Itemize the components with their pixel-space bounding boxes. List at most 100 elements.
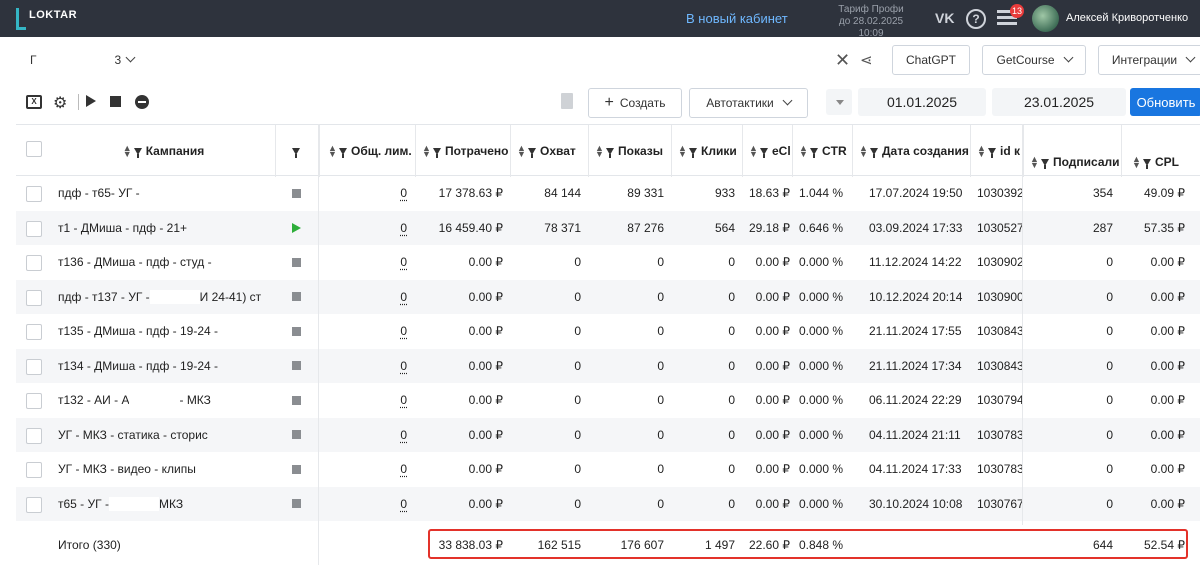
- limit-cell[interactable]: 0: [319, 211, 407, 246]
- row-checkbox[interactable]: [26, 186, 42, 202]
- autotactics-dropdown[interactable]: Автотактики: [689, 88, 808, 118]
- column-clicks[interactable]: ▲ ▼ Клики: [671, 125, 742, 177]
- loktar-logo[interactable]: LOKTAR: [16, 7, 77, 31]
- sort-icon[interactable]: ▲ ▼: [678, 144, 687, 159]
- row-checkbox[interactable]: [26, 358, 42, 375]
- campaign-name[interactable]: т135 - ДМиша - пдф - 19-24 -: [58, 314, 280, 349]
- column-impressions[interactable]: ▲ ▼ Показы: [588, 125, 671, 177]
- limit-cell[interactable]: 0: [319, 280, 407, 315]
- column-campaign[interactable]: ▲ ▼ Кампания: [52, 125, 275, 177]
- column-spent[interactable]: ▲ ▼ Потрачено: [415, 125, 510, 177]
- limit-cell[interactable]: 0: [319, 349, 407, 384]
- status-cell[interactable]: [292, 383, 306, 418]
- remove-icon[interactable]: [135, 95, 149, 109]
- column-subscribed[interactable]: ▲ ▼ Подписали: [1023, 125, 1121, 177]
- limit-cell[interactable]: 0: [319, 487, 407, 522]
- row-checkbox[interactable]: [26, 324, 42, 340]
- campaign-name[interactable]: т65 - УГ - МКЗ: [58, 487, 280, 522]
- row-checkbox[interactable]: [26, 289, 42, 306]
- filter-icon[interactable]: [291, 147, 300, 158]
- limit-value[interactable]: 0: [400, 428, 407, 442]
- row-checkbox[interactable]: [26, 393, 42, 409]
- filter-icon[interactable]: [339, 147, 347, 158]
- vk-icon[interactable]: VK: [935, 10, 954, 26]
- filter-icon[interactable]: [433, 147, 441, 158]
- trash-icon[interactable]: [561, 93, 573, 109]
- limit-value[interactable]: 0: [400, 497, 407, 511]
- status-cell[interactable]: [292, 280, 306, 315]
- filter-icon[interactable]: [528, 147, 536, 158]
- column-ctr[interactable]: ▲ ▼ CTR: [792, 125, 852, 177]
- limit-cell[interactable]: 0: [319, 418, 407, 453]
- close-icon[interactable]: ✕: [835, 50, 850, 71]
- campaign-name[interactable]: т134 - ДМиша - пдф - 19-24 -: [58, 349, 280, 384]
- campaign-name[interactable]: УГ - МКЗ - статика - сторис: [58, 418, 280, 453]
- row-checkbox[interactable]: [26, 220, 42, 237]
- excel-export-icon[interactable]: X: [26, 95, 42, 109]
- campaign-name[interactable]: УГ - МКЗ - видео - клипы: [58, 452, 280, 487]
- sort-icon[interactable]: ▲ ▼: [859, 144, 868, 159]
- column-id[interactable]: ▲ ▼ id к: [970, 125, 1023, 177]
- gear-icon[interactable]: ⚙: [53, 93, 67, 113]
- sort-icon[interactable]: ▲ ▼: [123, 144, 132, 159]
- column-status-filter[interactable]: [275, 125, 319, 177]
- filter-icon[interactable]: [1041, 158, 1049, 169]
- row-checkbox[interactable]: [26, 427, 42, 444]
- sort-icon[interactable]: ▲ ▼: [1030, 155, 1039, 170]
- limit-value[interactable]: 0: [400, 324, 407, 338]
- date-from-field[interactable]: 01.01.2025: [858, 88, 986, 116]
- avatar[interactable]: [1032, 5, 1059, 32]
- limit-value[interactable]: 0: [400, 255, 407, 269]
- limit-cell[interactable]: 0: [319, 383, 407, 418]
- chatgpt-button[interactable]: ChatGPT: [892, 45, 970, 75]
- limit-cell[interactable]: 0: [319, 452, 407, 487]
- column-ecpc[interactable]: ▲ ▼ eCl: [742, 125, 792, 177]
- filter-icon[interactable]: [606, 147, 614, 158]
- date-preset-dropdown[interactable]: [826, 89, 852, 115]
- limit-cell[interactable]: 0: [319, 245, 407, 280]
- status-cell[interactable]: [292, 418, 306, 453]
- sort-icon[interactable]: ▲ ▼: [328, 144, 337, 159]
- status-cell[interactable]: [292, 245, 306, 280]
- filter-icon[interactable]: [870, 147, 878, 158]
- select-all-checkbox[interactable]: [26, 141, 42, 157]
- campaign-name[interactable]: т136 - ДМиша - пдф - студ -: [58, 245, 280, 280]
- help-icon[interactable]: ?: [966, 9, 986, 29]
- column-cpl[interactable]: ▲ ▼ CPL: [1121, 125, 1200, 177]
- status-cell[interactable]: [292, 487, 306, 522]
- sort-icon[interactable]: ▲ ▼: [422, 144, 431, 159]
- filter-icon[interactable]: [760, 147, 768, 158]
- date-to-field[interactable]: 23.01.2025: [992, 88, 1126, 116]
- column-reach[interactable]: ▲ ▼ Охват: [510, 125, 588, 177]
- stop-icon[interactable]: [110, 96, 121, 107]
- row-checkbox[interactable]: [26, 462, 42, 478]
- limit-cell[interactable]: 0: [319, 314, 407, 349]
- create-button[interactable]: + Создать: [588, 88, 682, 118]
- sort-icon[interactable]: ▲ ▼: [749, 144, 758, 159]
- status-cell[interactable]: [292, 211, 306, 246]
- filter-icon[interactable]: [133, 147, 142, 158]
- limit-value[interactable]: 0: [400, 186, 407, 200]
- sort-icon[interactable]: ▲ ▼: [977, 144, 986, 159]
- status-cell[interactable]: [292, 349, 306, 384]
- filter-icon[interactable]: [810, 147, 818, 158]
- row-checkbox[interactable]: [26, 496, 42, 513]
- integrations-dropdown[interactable]: Интеграции: [1098, 45, 1200, 75]
- campaign-name[interactable]: т132 - АИ - А - МКЗ: [58, 383, 280, 418]
- getcourse-dropdown[interactable]: GetCourse: [982, 45, 1086, 75]
- limit-value[interactable]: 0: [400, 393, 407, 407]
- refresh-button[interactable]: Обновить: [1130, 88, 1200, 116]
- sort-icon[interactable]: ▲ ▼: [1132, 155, 1141, 170]
- limit-value[interactable]: 0: [400, 221, 407, 235]
- column-created[interactable]: ▲ ▼ Дата создания: [852, 125, 970, 177]
- filter-icon[interactable]: [689, 147, 697, 158]
- limit-value[interactable]: 0: [400, 462, 407, 476]
- status-cell[interactable]: [292, 314, 306, 349]
- campaign-name[interactable]: т1 - ДМиша - пдф - 21+: [58, 211, 280, 246]
- share-icon[interactable]: ⋖: [860, 51, 873, 69]
- limit-value[interactable]: 0: [400, 290, 407, 304]
- user-name[interactable]: Алексей Криворотченко: [1066, 12, 1188, 24]
- campaign-name[interactable]: пдф - т65- УГ -: [58, 176, 280, 211]
- filter-icon[interactable]: [1143, 158, 1151, 169]
- status-cell[interactable]: [292, 176, 306, 211]
